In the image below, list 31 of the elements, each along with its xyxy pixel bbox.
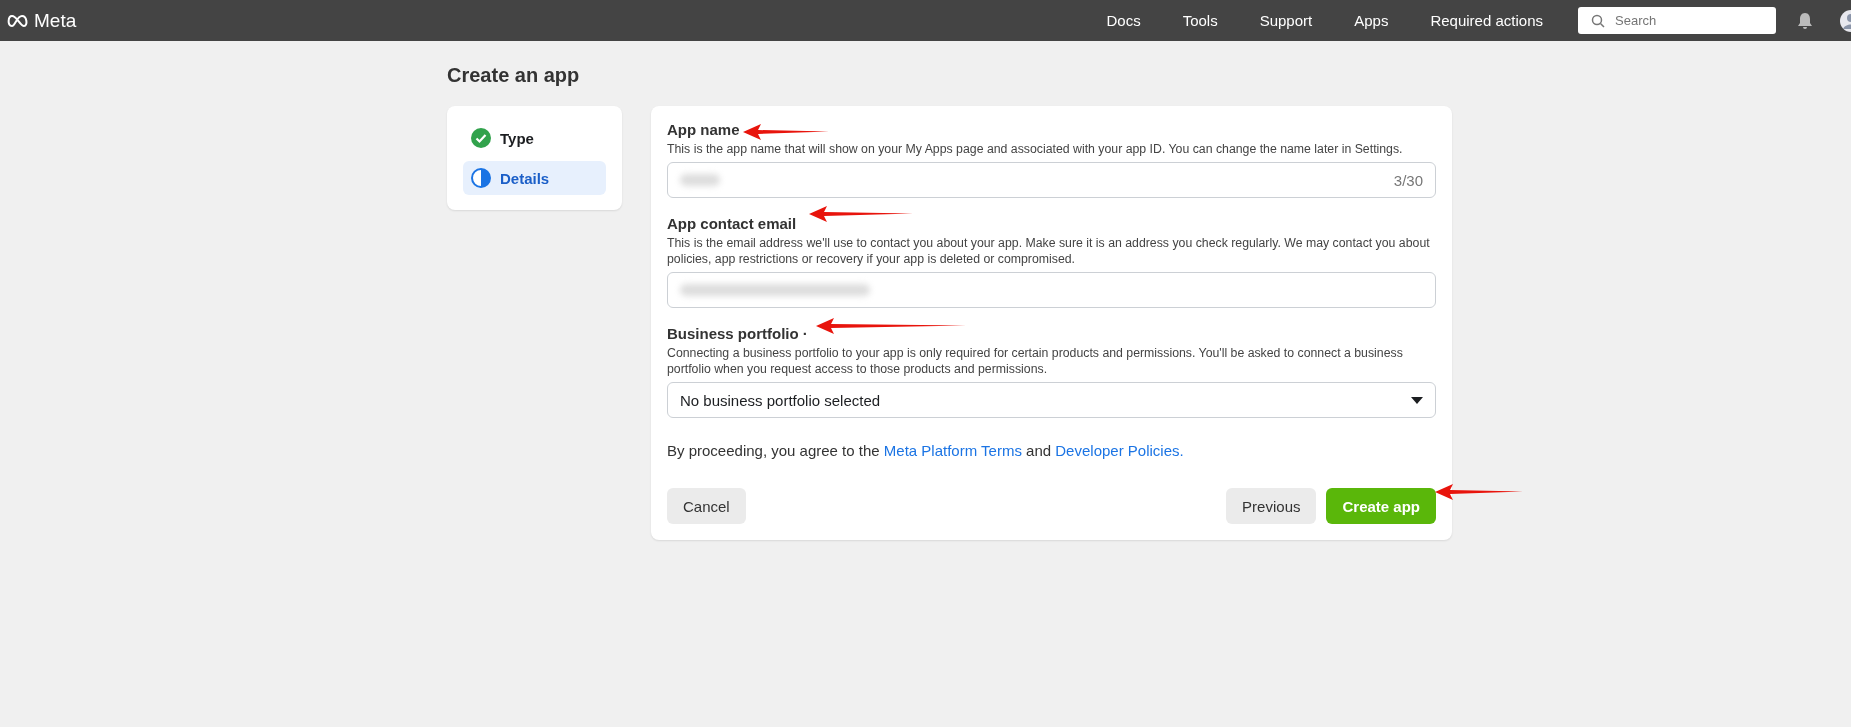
cancel-button[interactable]: Cancel (667, 488, 746, 524)
field-label: Business portfolio · (667, 325, 808, 342)
dropdown[interactable]: No business portfolio selected (667, 382, 1436, 418)
bell-icon[interactable] (1796, 11, 1814, 30)
nav-link[interactable]: Required actions (1409, 12, 1564, 29)
nav-link[interactable]: Docs (1085, 12, 1162, 29)
step-item[interactable]: Details (463, 161, 606, 195)
field-label: App name (667, 121, 740, 138)
search-icon (1591, 14, 1605, 28)
policies-link[interactable]: Developer Policies. (1055, 442, 1184, 459)
half-circle-icon (471, 168, 491, 188)
step-item[interactable]: Type (463, 121, 606, 155)
logo-text[interactable]: Meta (34, 9, 77, 32)
previous-button[interactable]: Previous (1226, 488, 1317, 524)
check-icon (471, 128, 491, 148)
terms-link[interactable]: Meta Platform Terms (883, 442, 1022, 459)
character-counter: 3/30 (1393, 171, 1423, 189)
field-label: App contact email (667, 215, 797, 232)
help-text: This is the app name that will show on your My Apps page and associated with your app ID. You can change the name later in Settings. (667, 141, 1404, 157)
search-field[interactable]: Search (1578, 7, 1776, 34)
agreement-text: By proceeding, you agree to the Meta Platform Terms and Developer Policies. (667, 442, 1185, 459)
help-text: This is the email address we'll use to contact you about your app. Make sure it is an address you check regularly. We may contact you about policies, app restrictions or recovery if your app is deleted or compromised. (667, 235, 1431, 267)
nav-link[interactable]: Support (1238, 12, 1334, 29)
infinity-logo-icon (6, 13, 30, 28)
nav-link[interactable]: Apps (1333, 12, 1410, 29)
input-field[interactable] (667, 272, 1436, 308)
help-text: Connecting a business portfolio to your app is only required for certain products and permissions. You'll be asked to connect a business portfolio when you request access to those products and permissions. (667, 345, 1404, 377)
nav-link[interactable]: Tools (1161, 12, 1239, 29)
input-field[interactable]: 3/30 (667, 162, 1436, 198)
caret-icon (1411, 396, 1423, 404)
page-title: Create an app (447, 64, 581, 87)
